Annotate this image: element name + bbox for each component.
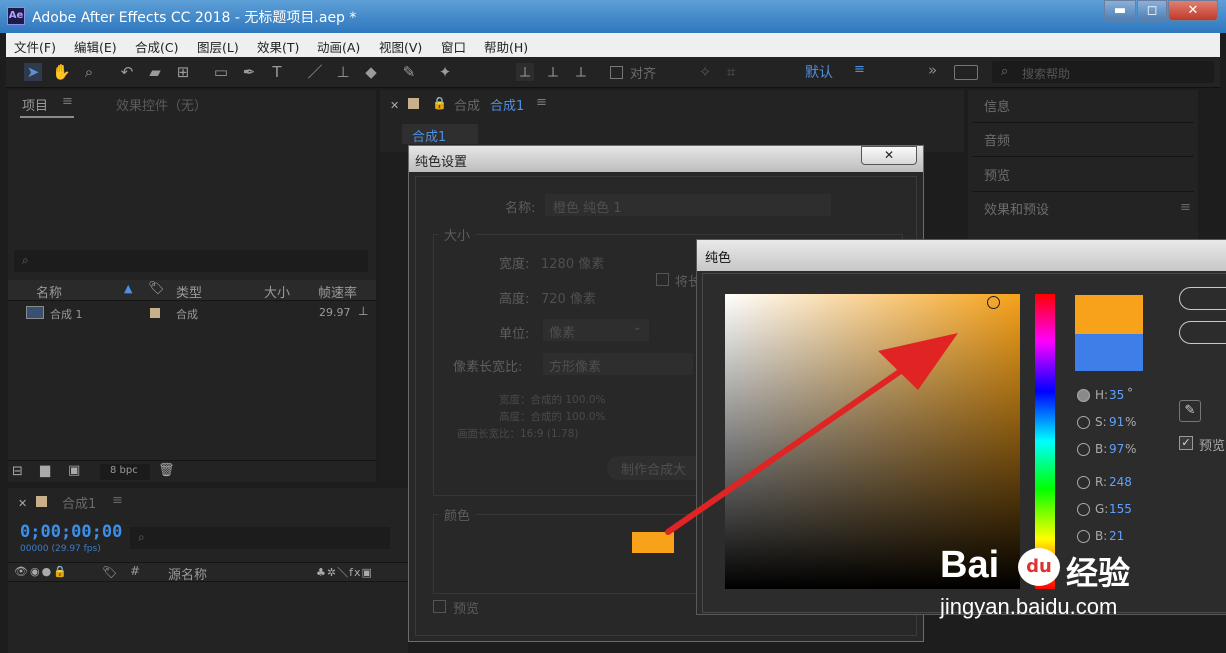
watermark-url: jingyan.baidu.com: [940, 594, 1118, 619]
baidu-watermark: Bai du 经验 jingyan.baidu.com: [940, 544, 1170, 634]
baidu-paw-icon: du: [1018, 548, 1060, 586]
watermark-baidu-text: Bai: [940, 544, 1000, 586]
watermark-jingyan-text: 经验: [1066, 554, 1131, 592]
